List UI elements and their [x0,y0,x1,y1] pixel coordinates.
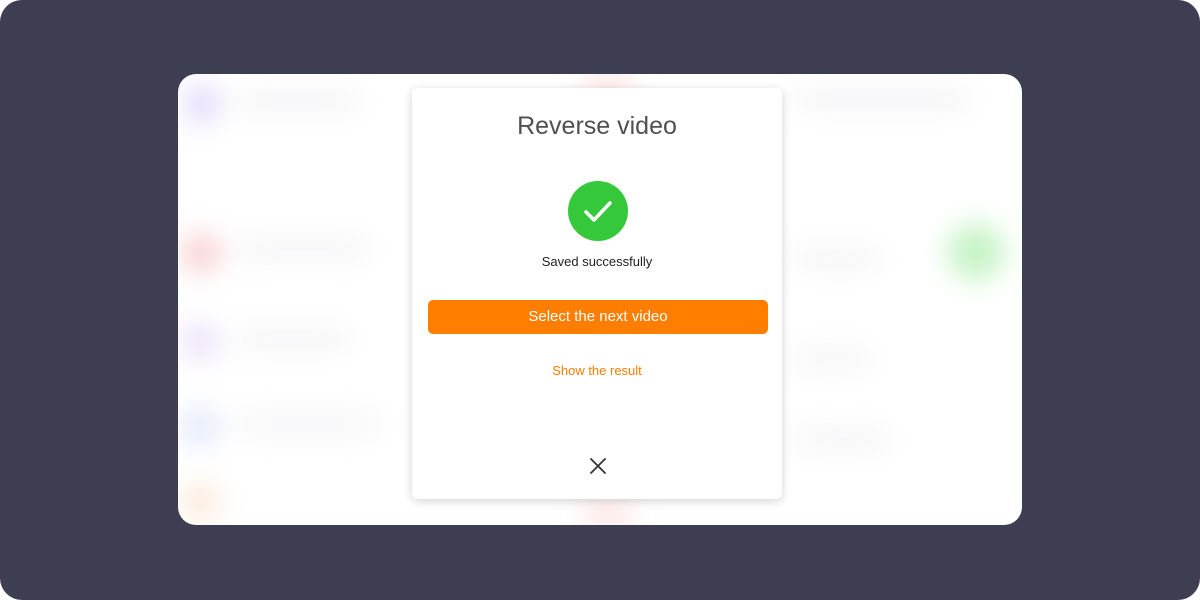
select-next-video-button[interactable]: Select the next video [428,300,768,334]
blurred-line [238,244,368,254]
blurred-line [798,354,868,364]
screenshot-frame: Reverse video Saved successfully Select … [0,0,1200,600]
blurred-icon [182,484,218,520]
blurred-icon [182,234,220,272]
blurred-line [798,94,968,104]
blurred-line [238,96,358,106]
reverse-video-dialog: Reverse video Saved successfully Select … [412,88,782,499]
blurred-line [798,254,878,264]
blurred-line [238,334,348,344]
blurred-line [238,419,378,429]
check-circle-icon [568,181,628,241]
close-icon[interactable] [587,455,609,477]
blurred-line [798,434,888,444]
blurred-icon [583,504,633,525]
status-text: Saved successfully [541,254,653,269]
dialog-title: Reverse video [517,112,677,140]
blurred-icon [182,409,218,445]
show-result-link[interactable]: Show the result [412,363,782,378]
blurred-icon [948,224,1004,280]
blurred-icon [182,324,218,360]
blurred-icon [184,86,220,122]
